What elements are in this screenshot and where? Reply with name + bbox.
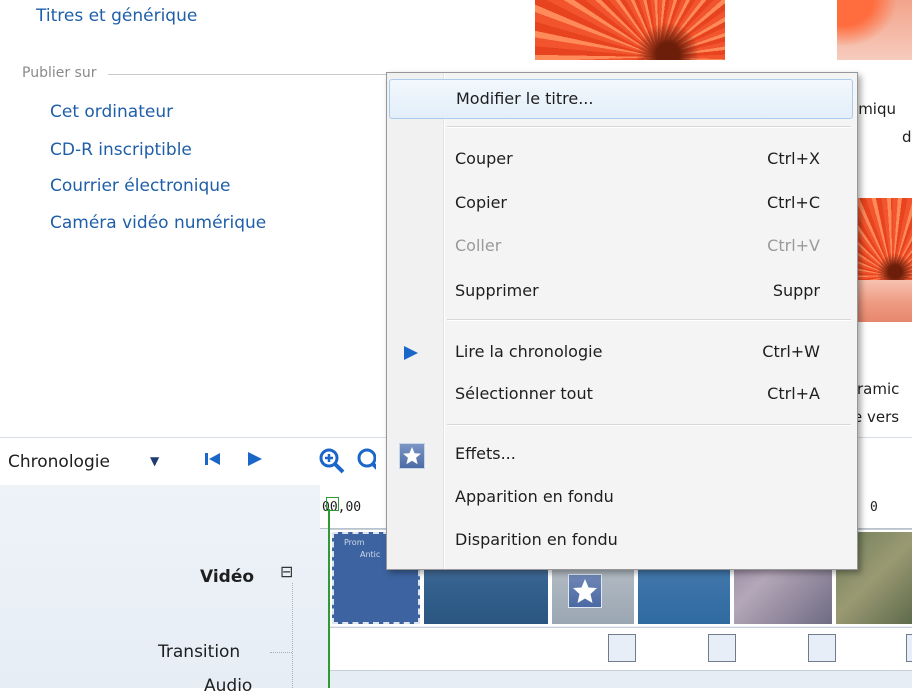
menu-item-label: Supprimer bbox=[455, 281, 539, 300]
thumbnail-caption: ramic bbox=[857, 380, 900, 398]
menu-item-copy[interactable]: Copier Ctrl+C bbox=[389, 184, 853, 224]
transition-slot[interactable] bbox=[808, 634, 836, 662]
menu-item-label: Sélectionner tout bbox=[455, 384, 593, 403]
menu-item-label: Disparition en fondu bbox=[455, 530, 618, 549]
effect-star-icon bbox=[568, 574, 602, 608]
transition-slot[interactable] bbox=[708, 634, 736, 662]
menu-item-paste[interactable]: Coller Ctrl+V bbox=[389, 227, 853, 267]
menu-item-label: Couper bbox=[455, 149, 513, 168]
menu-item-edit-title[interactable]: Modifier le titre... bbox=[389, 79, 853, 119]
play-icon bbox=[403, 345, 419, 365]
chevron-down-icon[interactable]: ▼ bbox=[150, 454, 159, 468]
clip-title-text: Prom bbox=[344, 538, 365, 547]
menu-item-label: Lire la chronologie bbox=[455, 342, 603, 361]
menu-item-play-timeline[interactable]: Lire la chronologie Ctrl+W bbox=[389, 333, 853, 373]
menu-item-shortcut: Suppr bbox=[772, 281, 820, 300]
publish-link-dv-camera[interactable]: Caméra vidéo numérique bbox=[50, 213, 266, 233]
track-tree-line bbox=[292, 583, 293, 688]
context-menu: Modifier le titre... Couper Ctrl+X Copie… bbox=[386, 72, 858, 570]
thumbnail-caption: e vers bbox=[853, 408, 900, 426]
menu-item-fade-out[interactable]: Disparition en fondu bbox=[389, 521, 853, 561]
clip-thumbnail[interactable] bbox=[856, 198, 912, 322]
collapse-icon[interactable]: ⊟ bbox=[280, 562, 293, 581]
track-label-audio: Audio bbox=[204, 676, 253, 696]
menu-item-fade-in[interactable]: Apparition en fondu bbox=[389, 478, 853, 518]
menu-separator bbox=[447, 126, 851, 128]
publish-link-email[interactable]: Courrier électronique bbox=[50, 176, 231, 196]
menu-item-cut[interactable]: Couper Ctrl+X bbox=[389, 140, 853, 180]
clip-title-text: Antic bbox=[360, 550, 381, 559]
transition-slot[interactable] bbox=[608, 634, 636, 662]
menu-item-effects[interactable]: Effets... bbox=[389, 435, 853, 475]
play-icon[interactable] bbox=[246, 451, 264, 471]
clip-thumbnail[interactable] bbox=[535, 0, 725, 60]
clip-thumbnail[interactable] bbox=[837, 0, 912, 60]
rewind-icon[interactable] bbox=[204, 451, 222, 471]
transition-slot[interactable] bbox=[906, 634, 912, 662]
menu-separator bbox=[447, 319, 851, 321]
playhead-line bbox=[328, 509, 330, 688]
menu-item-shortcut: Ctrl+C bbox=[766, 193, 820, 212]
titles-credits-link[interactable]: Titres et générique bbox=[36, 6, 197, 26]
zoom-in-icon[interactable] bbox=[318, 447, 346, 479]
menu-item-select-all[interactable]: Sélectionner tout Ctrl+A bbox=[389, 375, 853, 415]
menu-item-shortcut: Ctrl+V bbox=[767, 236, 820, 255]
thumbnail-caption: d bbox=[902, 128, 912, 146]
zoom-out-icon[interactable] bbox=[356, 447, 376, 479]
section-divider bbox=[108, 74, 388, 75]
menu-item-label: Effets... bbox=[455, 444, 516, 463]
menu-item-label: Copier bbox=[455, 193, 507, 212]
menu-item-label: Apparition en fondu bbox=[455, 487, 614, 506]
menu-item-delete[interactable]: Supprimer Suppr bbox=[389, 272, 853, 312]
menu-item-shortcut: Ctrl+A bbox=[767, 384, 820, 403]
publish-link-cdr[interactable]: CD-R inscriptible bbox=[50, 140, 192, 160]
menu-item-label: Modifier le titre... bbox=[456, 89, 594, 108]
track-label-video: Vidéo bbox=[200, 567, 255, 587]
star-effects-icon bbox=[399, 443, 425, 469]
publish-link-computer[interactable]: Cet ordinateur bbox=[50, 102, 173, 122]
menu-separator bbox=[447, 424, 851, 426]
ruler-time: 0 bbox=[870, 500, 878, 515]
timeline-view-label[interactable]: Chronologie bbox=[8, 452, 110, 472]
menu-item-shortcut: Ctrl+X bbox=[767, 149, 820, 168]
menu-item-label: Coller bbox=[455, 236, 502, 255]
track-tree-line bbox=[270, 652, 292, 653]
publish-section-header: Publier sur bbox=[22, 65, 97, 81]
track-label-transition: Transition bbox=[158, 642, 241, 662]
menu-item-shortcut: Ctrl+W bbox=[762, 342, 820, 361]
